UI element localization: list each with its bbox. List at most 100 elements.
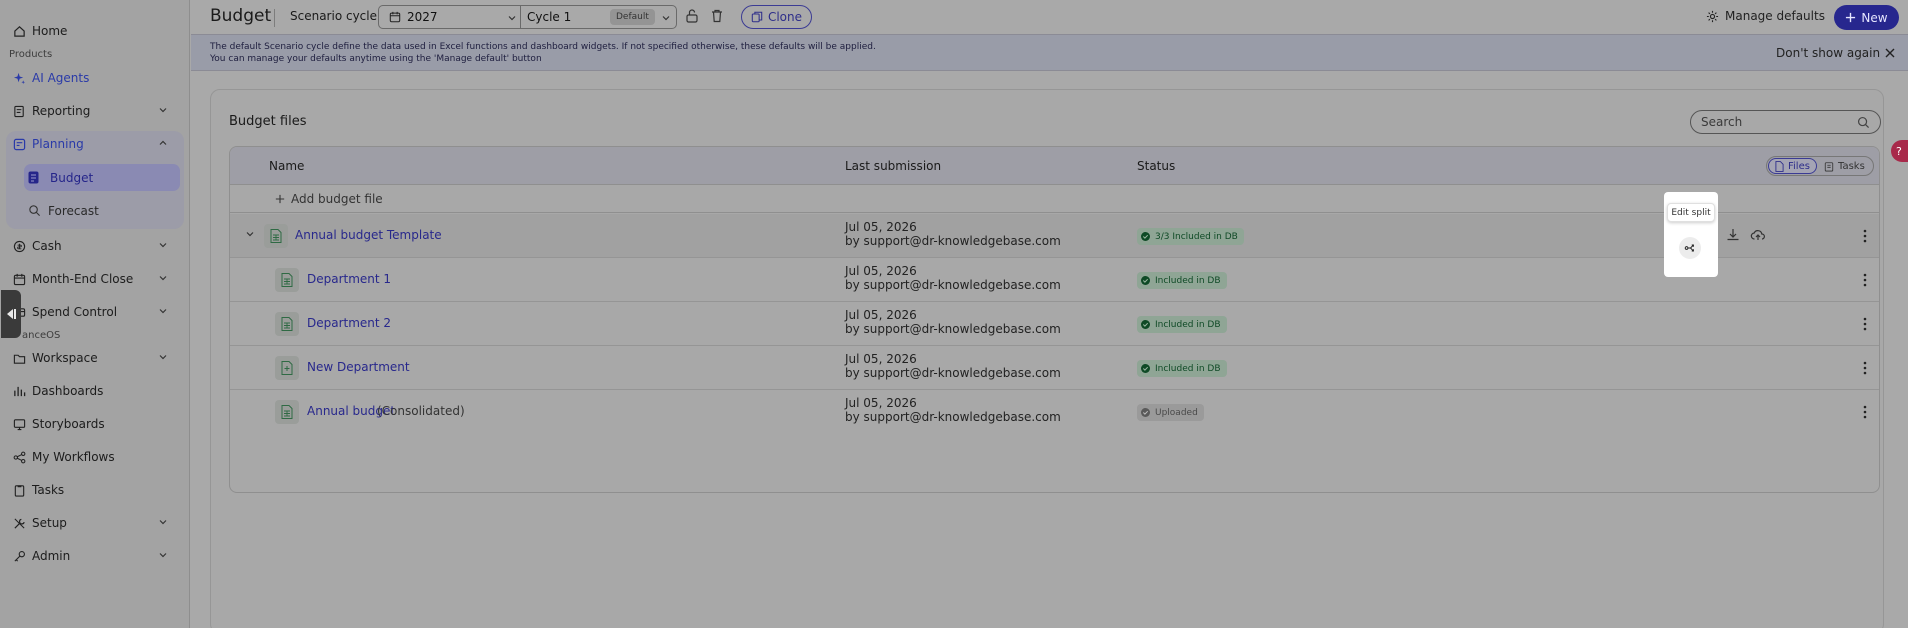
file-name-link[interactable]: New Department: [307, 360, 410, 374]
unlock-icon[interactable]: [684, 8, 700, 24]
table-row[interactable]: New Department Jul 05, 2026 by support@dr…: [230, 346, 1879, 390]
more-icon[interactable]: [1863, 228, 1867, 244]
tools-icon: [12, 516, 26, 530]
spreadsheet-icon: [275, 268, 299, 292]
submission-by: by support@dr-knowledgebase.com: [845, 278, 1061, 292]
help-tab[interactable]: ?: [1891, 140, 1908, 162]
sidebar-item-month-end-close[interactable]: Month-End Close: [8, 265, 182, 293]
page-title: Budget: [210, 6, 272, 26]
sidebar-item-workspace[interactable]: Workspace: [8, 344, 182, 372]
dont-show-again-link[interactable]: Don't show again: [1776, 46, 1880, 60]
files-table: Name Last submission Status Files Tasks …: [229, 146, 1880, 493]
calendar-icon: [12, 272, 26, 286]
sidebar-item-my-workflows[interactable]: My Workflows: [8, 443, 182, 471]
bar-chart-icon: [12, 384, 26, 398]
sidebar-collapse-handle[interactable]: [1, 290, 21, 338]
sidebar-item-home[interactable]: Home: [8, 17, 182, 45]
col-last-submission[interactable]: Last submission: [845, 159, 941, 173]
sidebar-item-spend-control[interactable]: Spend Control: [8, 298, 182, 326]
status-badge: Uploaded: [1137, 404, 1204, 421]
status-badge: Included in DB: [1137, 316, 1227, 333]
add-budget-file-row: Add budget file: [230, 185, 1879, 213]
submission-by: by support@dr-knowledgebase.com: [845, 366, 1061, 380]
check-icon: [1141, 364, 1150, 373]
sidebar-item-label: My Workflows: [32, 450, 115, 464]
chevron-down-icon: [159, 553, 167, 558]
submission-info: Jul 05, 2026 by support@dr-knowledgebase.…: [845, 220, 1061, 248]
edit-split-button[interactable]: [1679, 237, 1701, 259]
more-icon[interactable]: [1863, 404, 1867, 420]
new-button[interactable]: New: [1834, 5, 1899, 30]
table-row[interactable]: Department 1 Jul 05, 2026 by support@dr-k…: [230, 258, 1879, 302]
col-name[interactable]: Name: [269, 159, 304, 173]
chevron-down-icon[interactable]: [507, 13, 517, 23]
more-icon[interactable]: [1863, 272, 1867, 288]
check-icon: [1141, 320, 1150, 329]
status-badge: Included in DB: [1137, 272, 1227, 289]
sidebar-item-tasks[interactable]: Tasks: [8, 476, 182, 504]
file-name-link[interactable]: Department 2: [307, 316, 391, 330]
sidebar-item-label: Month-End Close: [32, 272, 134, 286]
file-name-link[interactable]: Department 1: [307, 272, 391, 286]
submission-info: Jul 05, 2026 by support@dr-knowledgebase.…: [845, 264, 1061, 292]
storyboard-icon: [12, 417, 26, 431]
add-budget-file-button[interactable]: Add budget file: [275, 192, 383, 206]
sidebar-item-dashboards[interactable]: Dashboards: [8, 377, 182, 405]
sidebar-item-planning[interactable]: Planning: [8, 130, 182, 158]
close-icon[interactable]: [1884, 47, 1896, 59]
submission-date: Jul 05, 2026: [845, 308, 917, 322]
table-row[interactable]: Annual budget Template Jul 05, 2026 by su…: [230, 214, 1879, 258]
manage-defaults-button[interactable]: Manage defaults: [1706, 9, 1825, 23]
sidebar-item-admin[interactable]: Admin: [8, 542, 182, 570]
col-status[interactable]: Status: [1137, 159, 1175, 173]
file-name-link[interactable]: Annual budget Template: [295, 228, 442, 242]
scenario-selector: 2027 Cycle 1 Default: [378, 5, 677, 29]
chevron-down-icon: [159, 355, 167, 360]
download-icon[interactable]: [1725, 227, 1741, 243]
chevron-down-icon: [159, 309, 167, 314]
clone-label: Clone: [767, 10, 803, 24]
budget-icon: [28, 171, 42, 185]
sidebar-item-setup[interactable]: Setup: [8, 509, 182, 537]
table-row[interactable]: Department 2 Jul 05, 2026 by support@dr-k…: [230, 302, 1879, 346]
files-view-button[interactable]: Files: [1768, 158, 1817, 174]
sidebar-item-budget[interactable]: Budget: [24, 164, 180, 191]
sidebar-section-products: Products: [9, 49, 53, 60]
file-icon: [1775, 160, 1784, 172]
sidebar-item-cash[interactable]: Cash: [8, 232, 182, 260]
sidebar-item-label: Reporting: [32, 104, 91, 118]
year-select[interactable]: 2027: [389, 10, 438, 24]
file-name-suffix: (Consolidated): [377, 404, 465, 418]
chevron-down-icon[interactable]: [245, 229, 255, 239]
divider: [274, 9, 275, 27]
sidebar-item-storyboards[interactable]: Storyboards: [8, 410, 182, 438]
search-input[interactable]: [1701, 114, 1851, 130]
top-bar: Budget Scenario cycle: 2027 Cycle 1 Defa…: [191, 0, 1908, 34]
report-icon: [12, 104, 26, 118]
table-row[interactable]: Annual budget (Consolidated) Jul 05, 202…: [230, 390, 1879, 434]
more-icon[interactable]: [1863, 316, 1867, 332]
sidebar-item-reporting[interactable]: Reporting: [8, 97, 182, 125]
submission-by: by support@dr-knowledgebase.com: [845, 322, 1061, 336]
status-label: Included in DB: [1155, 275, 1221, 286]
upload-cloud-icon[interactable]: [1750, 227, 1766, 243]
spreadsheet-icon: [275, 312, 299, 336]
clone-button[interactable]: Clone: [741, 5, 812, 29]
submission-date: Jul 05, 2026: [845, 264, 917, 278]
copy-icon: [751, 11, 763, 23]
clipboard-icon: [12, 483, 26, 497]
cycle-select[interactable]: Cycle 1: [527, 10, 571, 24]
sidebar-item-forecast[interactable]: Forecast: [24, 197, 180, 224]
sidebar-item-ai-agents[interactable]: AI Agents: [8, 64, 182, 92]
tasks-view-button[interactable]: Tasks: [1818, 158, 1871, 174]
chevron-down-icon: [159, 243, 167, 248]
chevron-down-icon[interactable]: [661, 13, 671, 23]
search-box: [1690, 110, 1881, 134]
edit-split-tooltip: Edit split: [1667, 203, 1715, 222]
sidebar-item-label: Cash: [32, 239, 62, 253]
more-icon[interactable]: [1863, 360, 1867, 376]
trash-icon[interactable]: [709, 8, 725, 24]
banner-line-1: The default Scenario cycle define the da…: [210, 42, 876, 52]
folder-icon: [12, 351, 26, 365]
check-icon: [1141, 276, 1150, 285]
